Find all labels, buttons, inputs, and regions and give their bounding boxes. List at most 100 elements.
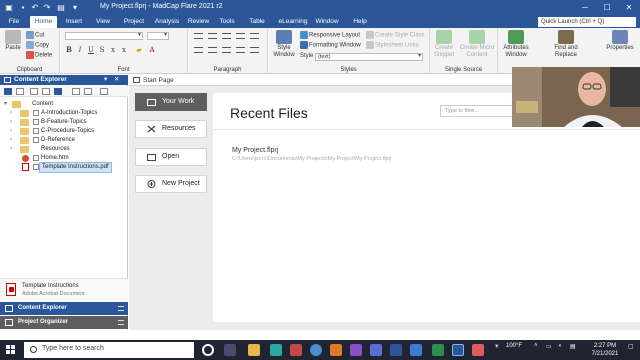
task-view-icon[interactable] [224, 344, 236, 356]
notifications-icon[interactable]: ▢ [628, 343, 634, 350]
expand-icon[interactable]: › [10, 109, 12, 118]
tree-item-home-htm[interactable]: Home.htm [0, 154, 128, 163]
menu-insert[interactable]: Insert [62, 16, 86, 28]
tab-project-organizer[interactable]: Project Organizer [0, 316, 128, 329]
network-icon[interactable]: ▭ [546, 343, 552, 350]
tree-item-content[interactable]: ▾ Content [0, 100, 128, 109]
tree-item-a-introduction[interactable]: › A-Introduction-Topics [0, 109, 128, 118]
redo-icon[interactable]: ↷ [42, 3, 52, 13]
panel-close-icon[interactable]: ✕ [114, 75, 119, 85]
menu-elearning[interactable]: eLearning [276, 16, 310, 28]
subscript-icon[interactable]: x [120, 46, 128, 54]
superscript-icon[interactable]: x [109, 46, 117, 54]
keyboard-icon[interactable]: ▤ [570, 343, 576, 350]
font-family-select[interactable] [65, 32, 143, 40]
volume-icon[interactable]: ◖ [558, 343, 562, 349]
tree-item-resources[interactable]: › Resources [0, 145, 128, 154]
word-icon[interactable] [390, 344, 402, 356]
checkbox[interactable] [33, 119, 39, 125]
filter-icon[interactable] [84, 88, 92, 95]
camtasia-icon[interactable] [270, 344, 282, 356]
checkbox[interactable] [33, 137, 39, 143]
visual-studio-icon[interactable] [350, 344, 362, 356]
quick-launch-input[interactable]: Quick Launch (Ctrl + Q) [538, 17, 636, 27]
menu-home[interactable]: Home [30, 16, 57, 28]
menu-view[interactable]: View [92, 16, 114, 28]
expand-icon[interactable]: › [10, 118, 12, 127]
indent-icon[interactable] [236, 33, 245, 39]
chrome-icon[interactable] [310, 344, 322, 356]
minimize-button[interactable]: ─ [574, 0, 596, 16]
italic-icon[interactable]: I [76, 46, 84, 54]
menu-file[interactable]: File [4, 16, 24, 28]
menu-help[interactable]: Help [350, 16, 370, 28]
create-micro-content-button[interactable]: Create Micro Content [458, 30, 496, 59]
tree-item-b-feature[interactable]: › B-Feature-Topics [0, 118, 128, 127]
properties-button[interactable]: Properties [603, 30, 637, 52]
align-center-icon[interactable] [208, 47, 217, 53]
menu-window[interactable]: Window [313, 16, 341, 28]
numbered-list-icon[interactable] [208, 33, 217, 39]
style-window-button[interactable]: Style Window [271, 30, 297, 59]
tree-item-template-pdf[interactable]: Template Instructions.pdf [0, 162, 128, 173]
font-size-select[interactable] [147, 32, 169, 40]
taskbar-search-input[interactable]: Type here to search [24, 342, 194, 358]
filter-input[interactable]: Type to filter... [440, 105, 520, 117]
excel-icon[interactable] [432, 344, 444, 356]
copy-button[interactable]: Copy [26, 41, 49, 49]
checkbox[interactable] [33, 164, 39, 170]
checkbox[interactable] [33, 128, 39, 134]
attributes-window-button[interactable]: Attributes Window [501, 30, 531, 59]
outlook-icon[interactable] [410, 344, 422, 356]
weather-icon[interactable]: ☀ [494, 343, 499, 350]
app-icon-pink[interactable] [472, 344, 484, 356]
madcap-flare-icon[interactable] [452, 344, 464, 356]
create-style-class-button[interactable]: Create Style Class [366, 31, 425, 39]
style-select[interactable]: (text) [315, 53, 423, 61]
weather-temp[interactable]: 100°F [506, 343, 522, 349]
new-folder-icon[interactable] [4, 88, 12, 95]
align-right-icon[interactable] [222, 47, 231, 53]
justify-icon[interactable] [236, 47, 245, 53]
menu-analysis[interactable]: Analysis [152, 16, 182, 28]
open-button[interactable]: Open [135, 148, 207, 166]
refresh-icon[interactable] [72, 88, 80, 95]
formatting-window-button[interactable]: Formatting Window [300, 41, 361, 49]
expand-icon[interactable]: › [10, 136, 12, 145]
bold-icon[interactable]: B [65, 46, 73, 54]
bullet-list-icon[interactable] [194, 33, 203, 39]
stylesheet-links-button[interactable]: Stylesheet Links [366, 41, 419, 49]
highlight-icon[interactable]: ▰ [135, 46, 143, 54]
create-snippet-button[interactable]: Create Snippet [432, 30, 456, 59]
font-color-icon[interactable]: A [148, 46, 156, 54]
menu-project[interactable]: Project [120, 16, 148, 28]
copy-item-icon[interactable] [42, 88, 50, 95]
menu-table[interactable]: Table [246, 16, 268, 28]
paste-button[interactable]: Paste [4, 30, 22, 52]
show-blocks-icon[interactable] [250, 33, 259, 39]
tab-content-explorer[interactable]: Content Explorer [0, 302, 128, 315]
menu-tools[interactable]: Tools [216, 16, 238, 28]
collapse-icon[interactable]: ▾ [4, 100, 7, 109]
new-project-button[interactable]: New Project [135, 175, 207, 193]
maximize-button[interactable]: ☐ [596, 0, 618, 16]
save-icon[interactable]: ▪ [18, 3, 28, 13]
checkbox[interactable] [33, 155, 39, 161]
tray-chevron-icon[interactable]: ˄ [534, 343, 538, 349]
windows-start-icon[interactable] [6, 345, 16, 355]
taskbar-clock[interactable]: 2:27 PM 7/21/2021 [585, 342, 625, 358]
pin-icon[interactable]: ▾ [104, 75, 107, 85]
outdent-icon[interactable] [222, 33, 231, 39]
quick-access-chevron-icon[interactable]: ▾ [70, 3, 80, 13]
view-icon[interactable] [54, 88, 62, 95]
spacing-icon[interactable] [250, 47, 259, 53]
recent-file-name[interactable]: My Project.flprj [232, 147, 278, 154]
delete-button[interactable]: Delete [26, 51, 52, 59]
menu-review[interactable]: Review [186, 16, 211, 28]
responsive-layout-button[interactable]: Responsive Layout [300, 31, 360, 39]
expand-icon[interactable]: › [10, 145, 12, 154]
tree-item-d-reference[interactable]: › D-Reference [0, 136, 128, 145]
cut-button[interactable]: Cut [26, 31, 44, 39]
print-icon[interactable]: ▤ [56, 3, 66, 13]
file-explorer-icon[interactable] [248, 344, 260, 356]
